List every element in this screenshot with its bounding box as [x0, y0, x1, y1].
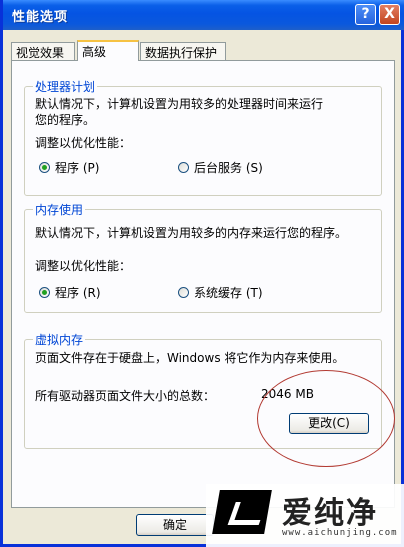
processor-background-label: 后台服务 (S): [194, 161, 263, 175]
memory-description-line1: 默认情况下，计算机设置为用较多的内存来运行您的程序。: [35, 226, 348, 240]
memory-programs-radio[interactable]: 程序 (R): [39, 284, 101, 301]
radio-checked-icon: [39, 162, 50, 173]
window-title: 性能选项: [12, 10, 69, 25]
memory-usage-group: 内存使用 默认情况下，计算机设置为用较多的内存来运行您的程序。 调整以优化性能：…: [24, 201, 382, 313]
virtual-memory-description: 页面文件存在于硬盘上，Windows 将它作为内存来使用。: [35, 351, 345, 365]
processor-adjust-label: 调整以优化性能：: [35, 136, 132, 150]
tab-advanced[interactable]: 高级: [77, 40, 139, 61]
help-icon: ?: [361, 6, 370, 22]
title-bar[interactable]: 性能选项 ? X: [3, 0, 404, 30]
radio-unchecked-icon: [178, 287, 189, 298]
processor-scheduling-title: 处理器计划: [33, 78, 98, 95]
memory-usage-title: 内存使用: [33, 201, 86, 218]
help-button[interactable]: ?: [355, 4, 376, 25]
virtual-memory-title: 虚拟内存: [33, 331, 86, 348]
processor-description-line1: 默认情况下，计算机设置为用较多的处理器时间来运行: [35, 97, 324, 111]
tab-data-execution-prevention[interactable]: 数据执行保护: [140, 42, 226, 60]
radio-unchecked-icon: [178, 162, 189, 173]
memory-cache-label: 系统缓存 (T): [194, 286, 263, 300]
watermark-main-text: 爱纯净: [282, 496, 378, 531]
annotation-circle: [257, 370, 395, 467]
watermark-logo-icon: [212, 490, 272, 534]
radio-checked-icon: [39, 287, 50, 298]
close-button[interactable]: X: [379, 4, 400, 25]
close-icon: X: [384, 6, 395, 22]
performance-options-window: 性能选项 ? X 视觉效果 高级 数据执行保护 处理器计划 默认情况下，计算机设…: [0, 0, 404, 547]
processor-scheduling-group: 处理器计划 默认情况下，计算机设置为用较多的处理器时间来运行 您的程序。 调整以…: [24, 78, 382, 196]
processor-programs-label: 程序 (P): [55, 161, 100, 175]
processor-programs-radio[interactable]: 程序 (P): [39, 159, 99, 176]
processor-background-radio[interactable]: 后台服务 (S): [178, 159, 263, 176]
paging-file-total-label: 所有驱动器页面文件大小的总数：: [35, 389, 216, 403]
memory-programs-label: 程序 (R): [55, 286, 101, 300]
ok-button[interactable]: 确定: [136, 514, 214, 536]
memory-cache-radio[interactable]: 系统缓存 (T): [178, 284, 263, 301]
tab-visual-effects[interactable]: 视觉效果: [11, 42, 75, 60]
watermark-url: www.aichunjing.com: [282, 528, 398, 538]
memory-adjust-label: 调整以优化性能：: [35, 259, 132, 273]
processor-description-line2: 您的程序。: [35, 113, 96, 127]
watermark: 爱纯净 www.aichunjing.com: [206, 484, 404, 547]
